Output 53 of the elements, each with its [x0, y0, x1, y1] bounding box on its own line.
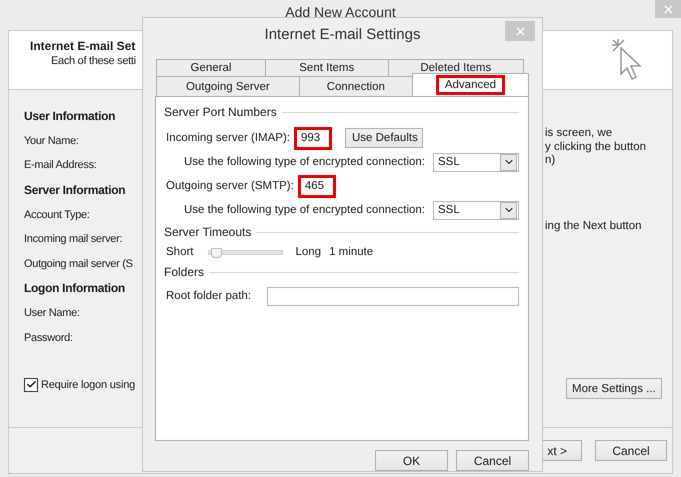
tab[interactable]: Advanced [412, 73, 529, 96]
slider-thumb[interactable] [211, 248, 222, 258]
port-field[interactable]: 465 [300, 176, 334, 196]
tab[interactable]: Outgoing Server [156, 76, 300, 96]
section-heading: Server Information [24, 182, 126, 200]
close-icon [514, 24, 526, 38]
section-heading: Logon Information [24, 280, 126, 298]
ok-button[interactable]: OK [375, 450, 448, 471]
encryption-dropdown[interactable]: SSL [433, 200, 519, 220]
slider-max-label: Long [296, 246, 322, 258]
use-defaults-button[interactable]: Use Defaults [344, 128, 423, 148]
group-heading: Folders [164, 265, 204, 279]
cursor-click-icon [610, 37, 644, 83]
window-title: Add New Account [285, 4, 396, 20]
close-icon [662, 2, 674, 16]
tab[interactable]: General [156, 59, 266, 76]
field-label: Root folder path: [166, 290, 252, 302]
field-label: Account Type: [24, 208, 91, 223]
field-label: Outgoing mail server (S [24, 256, 134, 272]
encryption-dropdown[interactable]: SSL [433, 152, 519, 172]
close-button[interactable] [655, 0, 681, 18]
chevron-down-icon [500, 154, 517, 170]
field-label: Incoming server (IMAP): [166, 132, 290, 144]
field-label: Password: [24, 330, 74, 346]
cancel-button[interactable]: Cancel [595, 440, 667, 461]
field-label: Use the following type of encrypted connection: [184, 156, 426, 168]
description-text: n) [545, 154, 556, 168]
cancel-button[interactable]: Cancel [456, 450, 529, 471]
slider-min-label: Short [166, 246, 194, 258]
chevron-down-icon [500, 202, 517, 218]
more-settings-button[interactable]: More Settings ... [566, 378, 662, 399]
field-label: E-mail Address: [24, 158, 98, 174]
group-heading: Server Port Numbers [164, 105, 277, 119]
header-title: Internet E-mail Set [30, 39, 136, 53]
description-text: is screen, we [545, 127, 612, 140]
group-heading: Server Timeouts [164, 225, 252, 239]
timeout-value: 1 minute [329, 246, 374, 258]
port-field[interactable]: 993 [296, 128, 330, 148]
close-button[interactable] [505, 21, 535, 41]
field-label: Use the following type of encrypted connection: [184, 204, 426, 216]
field-label: Incoming mail server: [24, 232, 124, 248]
section-heading: User Information [24, 108, 116, 126]
description-text: ing the Next button [545, 220, 642, 233]
field-label: User Name: [24, 306, 81, 322]
checkbox[interactable] [24, 378, 38, 392]
field-label: Your Name: [24, 134, 80, 149]
check-icon [26, 379, 36, 390]
description-text: y clicking the button [545, 140, 646, 154]
checkbox-label: Require logon using [41, 378, 136, 391]
root-folder-field[interactable] [267, 286, 519, 306]
field-label: Outgoing server (SMTP): [166, 180, 294, 192]
header-subtitle: Each of these setti [50, 55, 136, 67]
dialog-title: Internet E-mail Settings [264, 26, 420, 43]
